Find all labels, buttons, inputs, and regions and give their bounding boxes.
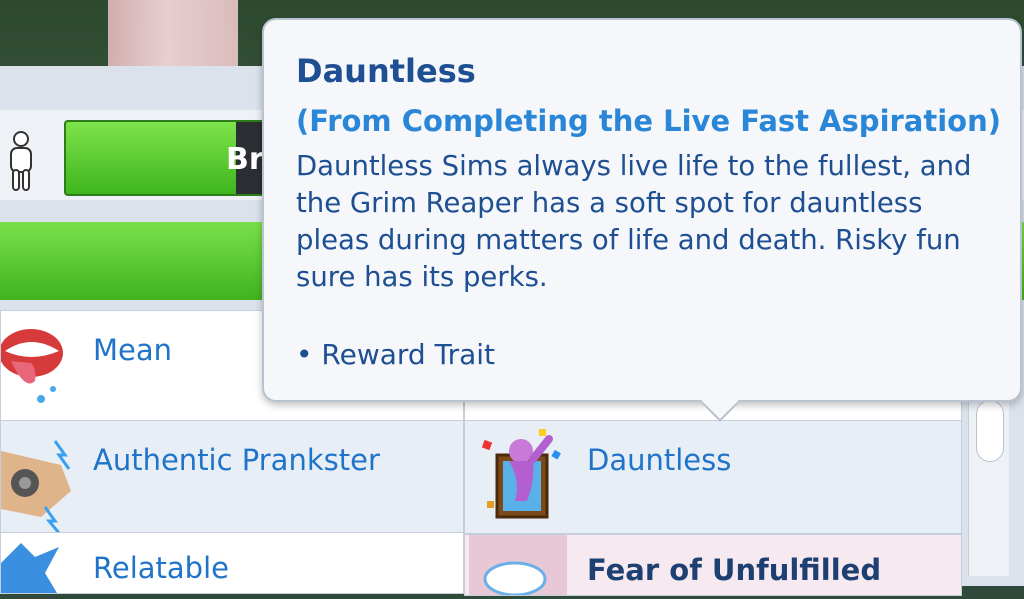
trait-label: Fear of Unfulfilled [587, 553, 882, 587]
relatable-star-icon [1, 533, 77, 593]
need-bar-label: Br [226, 142, 264, 177]
trait-label: Relatable [93, 551, 229, 585]
fear-cloud-icon [469, 535, 567, 597]
trait-dauntless[interactable]: Dauntless [464, 420, 962, 534]
mean-mouth-icon [0, 311, 77, 421]
dauntless-trait-icon [469, 421, 567, 533]
tooltip-title: Dauntless [296, 52, 476, 90]
trait-tooltip: Dauntless (From Completing the Live Fast… [262, 18, 1022, 422]
trait-relatable[interactable]: Relatable [0, 532, 464, 594]
tooltip-bullet: • Reward Trait [296, 338, 496, 371]
trait-authentic-prankster[interactable]: Authentic Prankster [0, 420, 464, 534]
trait-label: Mean [93, 333, 173, 367]
tooltip-description: Dauntless Sims always live life to the f… [296, 150, 972, 293]
scrollbar-thumb[interactable] [976, 400, 1004, 462]
trait-label: Authentic Prankster [93, 443, 380, 477]
prankster-buzzer-icon [1, 421, 77, 534]
tooltip-subtitle: (From Completing the Live Fast Aspiratio… [296, 104, 1002, 138]
trait-fear-of-unfulfilled[interactable]: Fear of Unfulfilled [464, 534, 962, 597]
sim-body-icon [4, 130, 38, 192]
trait-label: Dauntless [587, 443, 732, 477]
